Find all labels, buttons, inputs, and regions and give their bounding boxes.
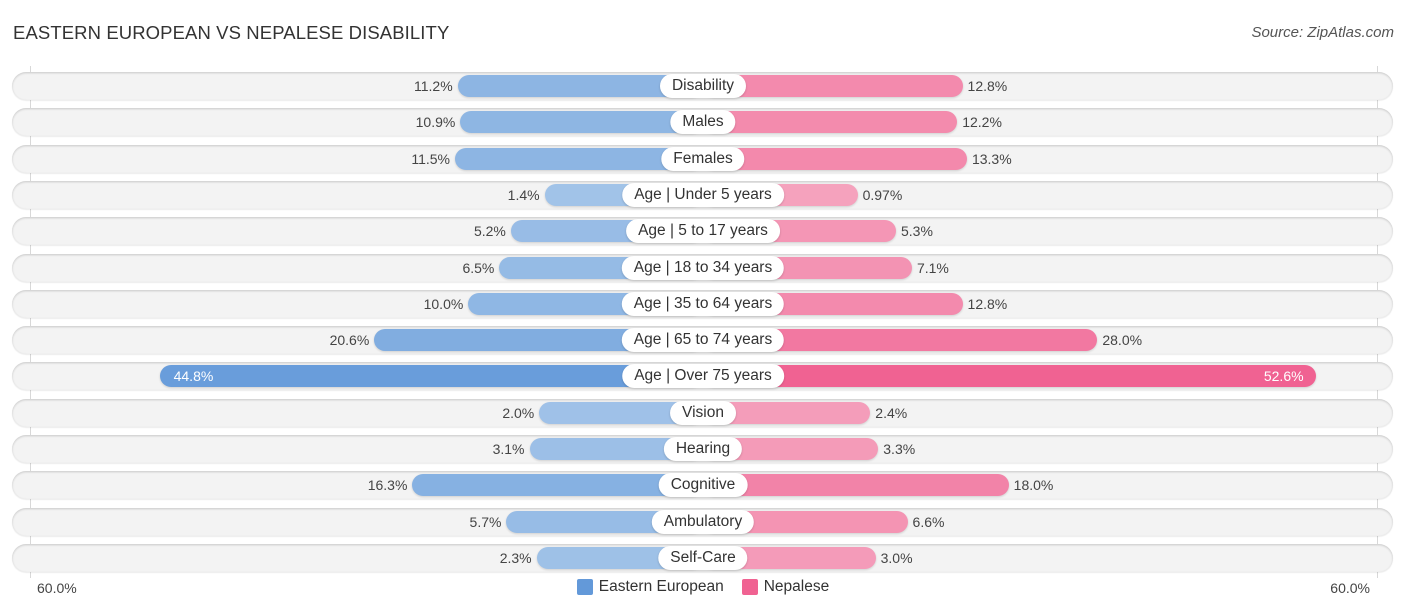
value-label-eastern-european-age-65-to-74-years: 20.6% <box>329 332 370 349</box>
bar-nepalese-age-over-75-years <box>703 365 1316 388</box>
value-label-eastern-european-cognitive: 16.3% <box>367 477 408 494</box>
category-label-vision: Vision <box>670 400 736 425</box>
bar-nepalese-cognitive <box>703 474 1009 497</box>
bar-eastern-european-males <box>460 111 703 134</box>
legend-item-eastern-european: Eastern European <box>576 578 724 596</box>
value-label-nepalese-age-35-to-64-years: 12.8% <box>967 295 1008 312</box>
category-label-age-over-75-years: Age | Over 75 years <box>622 364 784 389</box>
value-label-nepalese-age-18-to-34-years: 7.1% <box>916 259 949 276</box>
category-label-age-65-to-74-years: Age | 65 to 74 years <box>621 328 785 353</box>
value-label-nepalese-age-5-to-17-years: 5.3% <box>901 223 933 240</box>
value-label-nepalese-age-65-to-74-years: 28.0% <box>1102 332 1143 349</box>
value-label-eastern-european-males: 10.9% <box>415 114 456 131</box>
chart-plot-area: 11.2% 12.8% Disability 10.9% 12.2% Males 11.5%… <box>0 0 1406 612</box>
category-label-self-care: Self-Care <box>658 545 748 570</box>
value-label-nepalese-hearing: 3.3% <box>883 441 916 457</box>
legend-label-nepalese: Nepalese <box>763 578 830 595</box>
category-label-hearing: Hearing <box>663 437 743 461</box>
value-label-nepalese-disability: 12.8% <box>967 78 1008 94</box>
value-label-eastern-european-ambulatory: 5.7% <box>469 513 502 530</box>
bar-nepalese-males <box>703 111 958 134</box>
legend-label-eastern-european: Eastern European <box>598 578 724 595</box>
category-label-disability: Disability <box>659 74 747 98</box>
category-label-cognitive: Cognitive <box>658 473 748 498</box>
category-label-age-18-to-34-years: Age | 18 to 34 years <box>621 255 785 280</box>
legend-item-nepalese: Nepalese <box>741 578 830 596</box>
value-label-eastern-european-age-under-5-years: 1.4% <box>507 186 540 203</box>
category-label-age-5-to-17-years: Age | 5 to 17 years <box>626 219 780 244</box>
value-label-nepalese-age-over-75-years: 52.6% <box>1263 368 1304 385</box>
category-label-age-35-to-64-years: Age | 35 to 64 years <box>621 291 785 316</box>
value-label-eastern-european-age-over-75-years: 44.8% <box>173 368 214 385</box>
value-label-eastern-european-self-care: 2.3% <box>499 549 532 566</box>
value-label-eastern-european-hearing: 3.1% <box>492 441 525 457</box>
value-label-eastern-european-age-35-to-64-years: 10.0% <box>423 295 464 312</box>
value-label-eastern-european-age-5-to-17-years: 5.2% <box>473 223 506 240</box>
value-label-nepalese-cognitive: 18.0% <box>1013 477 1054 494</box>
legend-swatch-eastern-european <box>576 579 593 595</box>
category-label-age-under-5-years: Age | Under 5 years <box>622 182 784 207</box>
value-label-eastern-european-vision: 2.0% <box>502 404 535 421</box>
value-label-nepalese-age-under-5-years: 0.97% <box>862 186 903 203</box>
category-label-ambulatory: Ambulatory <box>651 509 755 534</box>
category-label-females: Females <box>661 146 745 171</box>
value-label-nepalese-females: 13.3% <box>971 150 1012 167</box>
category-label-males: Males <box>670 110 736 135</box>
legend: Eastern European Nepalese <box>0 578 1406 596</box>
value-label-eastern-european-females: 11.5% <box>411 150 450 167</box>
value-label-eastern-european-age-18-to-34-years: 6.5% <box>462 259 495 276</box>
value-label-nepalese-ambulatory: 6.6% <box>912 513 945 530</box>
value-label-nepalese-vision: 2.4% <box>875 404 908 421</box>
value-label-nepalese-males: 12.2% <box>962 114 1002 131</box>
value-label-eastern-european-disability: 11.2% <box>413 78 453 94</box>
value-label-nepalese-self-care: 3.0% <box>880 549 913 566</box>
legend-swatch-nepalese <box>741 579 758 595</box>
